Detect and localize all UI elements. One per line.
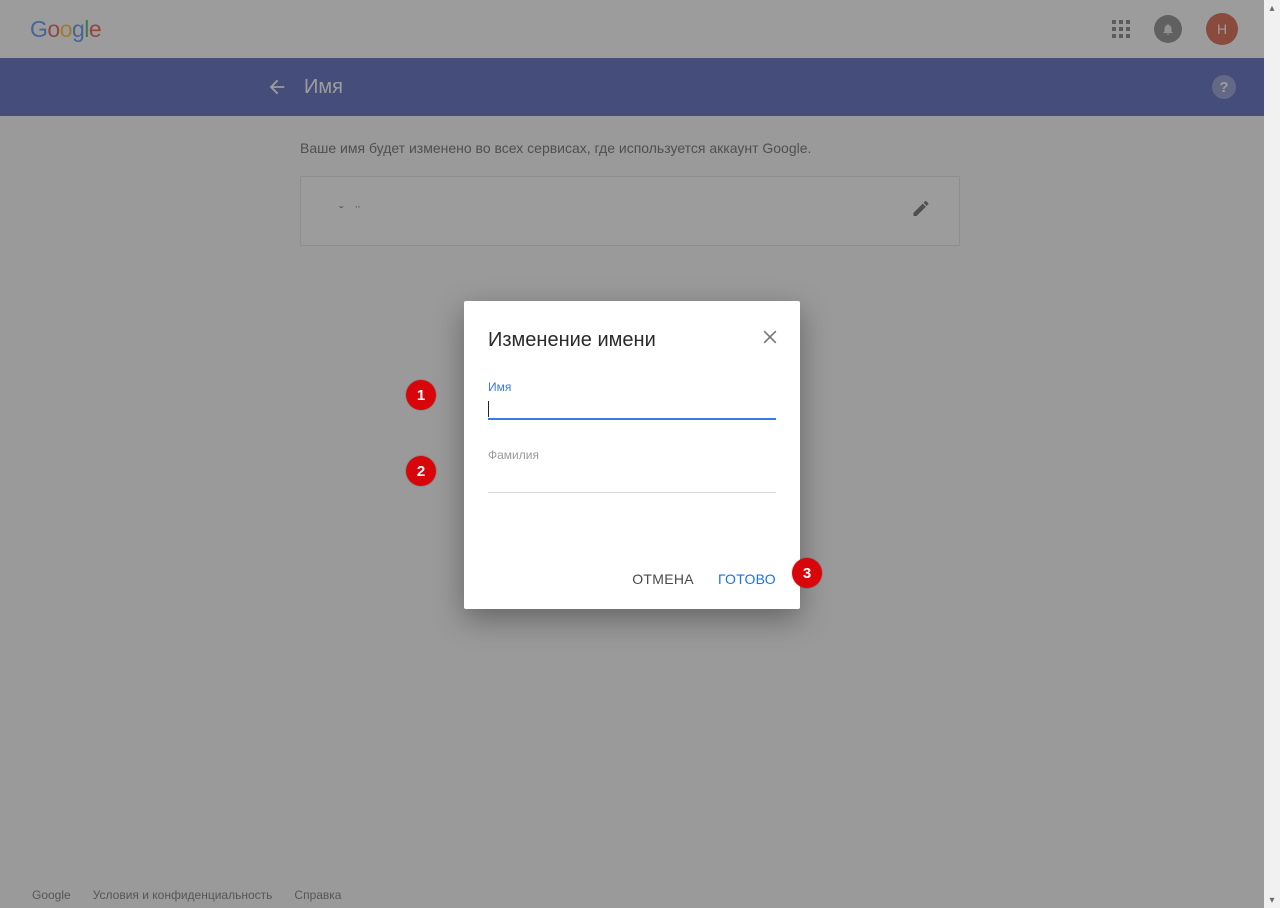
first-name-label: Имя <box>488 380 776 394</box>
last-name-field[interactable]: Фамилия <box>488 448 776 493</box>
first-name-field[interactable]: Имя <box>488 380 776 420</box>
step-badge-2: 2 <box>406 456 436 486</box>
last-name-input[interactable] <box>488 468 776 492</box>
cancel-button[interactable]: ОТМЕНА <box>632 571 694 587</box>
scroll-down-icon[interactable]: ▾ <box>1264 892 1280 908</box>
last-name-label: Фамилия <box>488 448 776 462</box>
done-button[interactable]: ГОТОВО <box>718 571 776 587</box>
modal-actions: ОТМЕНА ГОТОВО <box>632 571 776 587</box>
edit-name-modal: Изменение имени Имя Фамилия ОТМЕНА ГОТОВ… <box>464 301 800 609</box>
close-icon[interactable] <box>760 327 780 352</box>
vertical-scrollbar[interactable]: ▴ ▾ <box>1264 0 1280 908</box>
last-name-underline <box>488 492 776 493</box>
modal-title: Изменение имени <box>488 329 776 352</box>
first-name-input[interactable] <box>488 398 776 422</box>
app-root: Google Н Имя ? Ваше имя будет изменено в… <box>0 0 1264 908</box>
scroll-up-icon[interactable]: ▴ <box>1264 0 1280 16</box>
step-badge-3: 3 <box>792 558 822 588</box>
step-badge-1: 1 <box>406 380 436 410</box>
